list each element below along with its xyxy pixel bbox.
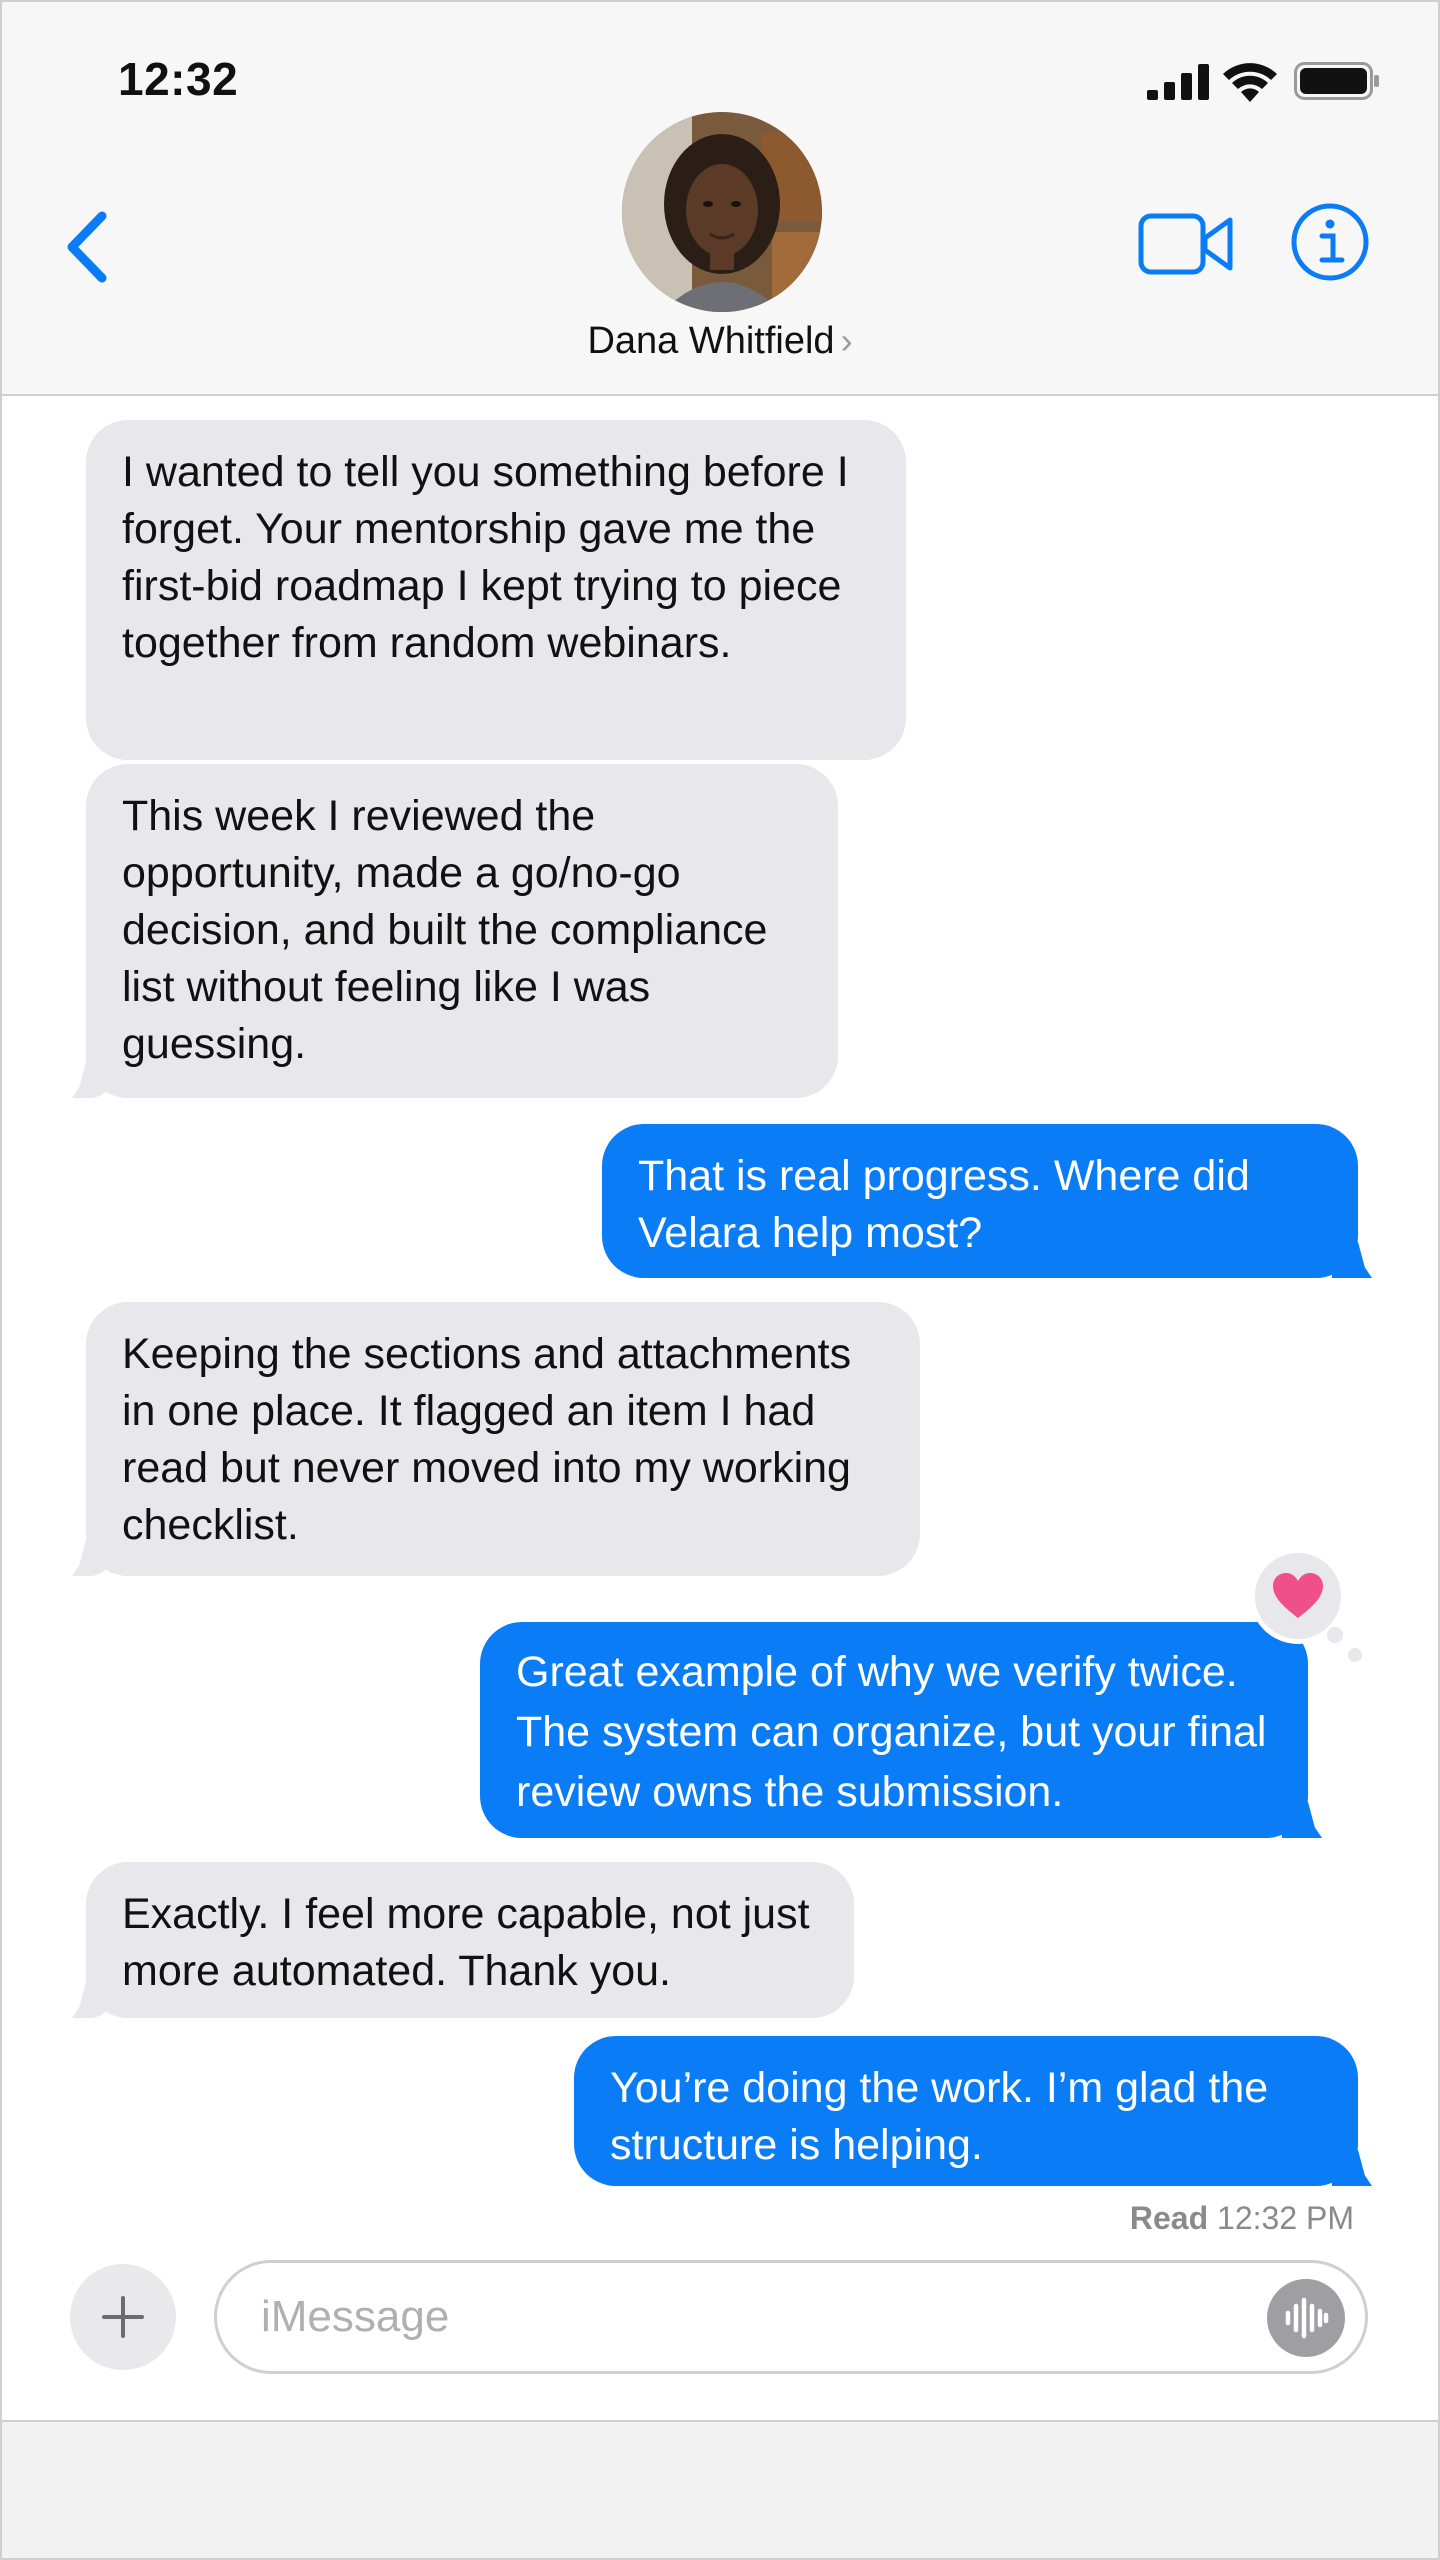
message-thread: I wanted to tell you something before I … [2,398,1438,2258]
message-text: Keeping the sections and attachments in … [122,1330,852,1549]
message-bubble-incoming[interactable]: Keeping the sections and attachments in … [86,1302,920,1576]
status-bar: 12:32 [2,2,1438,112]
contact-name-button[interactable]: Dana Whitfield › [2,320,1438,363]
messages-screen: 12:32 Dana Whitfield › I wanted to tell … [0,0,1440,2560]
bottom-area [2,2420,1438,2558]
message-bubble-incoming[interactable]: This week I reviewed the opportunity, ma… [86,764,838,1098]
message-text: This week I reviewed the opportunity, ma… [122,792,768,1068]
reaction-bubble-dot [1348,1648,1362,1662]
message-text: That is real progress. Where did Velara … [638,1152,1250,1257]
facetime-video-icon[interactable] [1138,208,1234,280]
battery-icon [1294,62,1379,100]
message-text: Exactly. I feel more capable, not just m… [122,1890,810,1995]
message-bubble-outgoing[interactable]: You’re doing the work. I’m glad the stru… [574,2036,1358,2186]
contact-avatar[interactable] [622,112,822,312]
contact-name: Dana Whitfield [587,320,835,362]
back-button[interactable] [58,202,118,292]
cellular-signal-icon [1147,64,1209,100]
status-time: 12:32 [118,53,239,105]
voice-message-button[interactable] [1267,2279,1345,2357]
message-bubble-incoming[interactable]: Exactly. I feel more capable, not just m… [86,1862,854,2018]
read-receipt: Read 12:32 PM [1130,2200,1354,2237]
plus-icon [102,2296,144,2338]
apps-plus-button[interactable] [70,2264,176,2370]
conversation-header: Dana Whitfield › [2,112,1438,396]
message-bubble-incoming[interactable]: I wanted to tell you something before I … [86,420,906,760]
heart-icon [1273,1573,1323,1618]
message-input[interactable] [261,2263,1261,2371]
message-text: Great example of why we verify twice. Th… [516,1648,1267,1816]
message-bubble-outgoing[interactable]: That is real progress. Where did Velara … [602,1124,1358,1278]
contact-photo [622,112,822,312]
message-input-field[interactable] [214,2260,1368,2374]
chevron-right-icon: › [840,320,853,361]
read-label: Read [1129,2200,1209,2236]
message-text: You’re doing the work. I’m glad the stru… [610,2064,1269,2169]
reaction-bubble-dot [1324,1624,1346,1646]
audio-waveform-icon [1285,2297,1329,2339]
info-icon[interactable] [1290,202,1370,282]
message-bubble-outgoing[interactable]: Great example of why we verify twice. Th… [480,1622,1308,1838]
message-text: I wanted to tell you something before I … [122,448,849,667]
wifi-icon [1223,63,1277,102]
read-time: 12:32 PM [1217,2200,1354,2236]
